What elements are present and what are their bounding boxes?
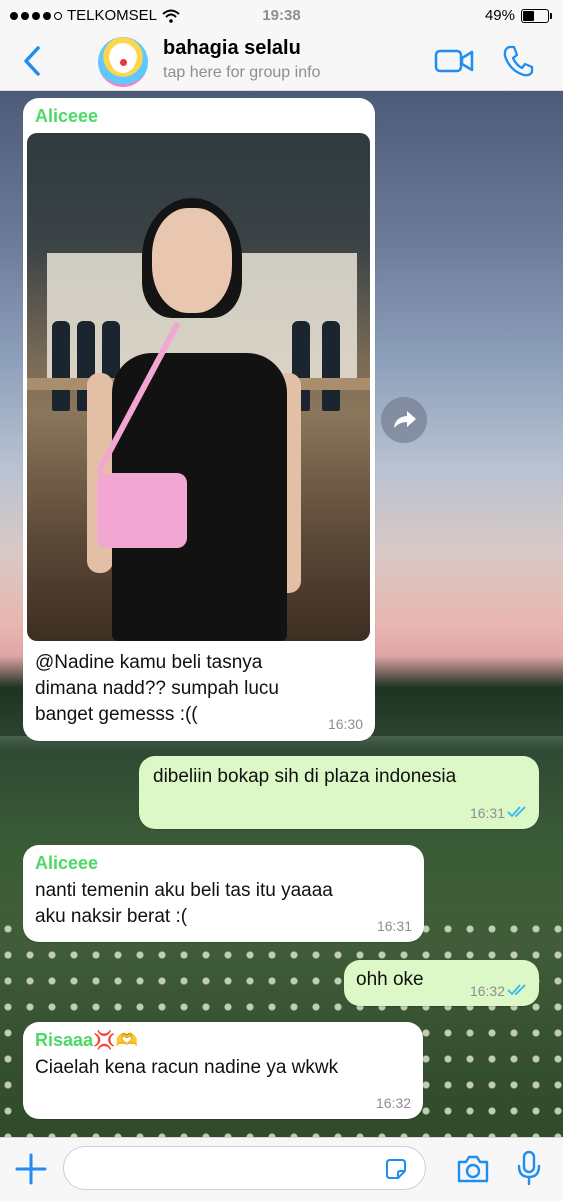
message-text: Ciaelah kena racun nadine ya wkwk [35, 1057, 339, 1078]
message-text: @Nadine kamu beli tasnya dimana nadd?? s… [35, 650, 355, 728]
message-line: @Nadine kamu beli tasnya [35, 652, 263, 673]
message-line: nanti temenin aku beli tas itu yaaaa [35, 880, 333, 901]
forward-arrow-icon [394, 411, 416, 428]
camera-icon[interactable] [456, 1154, 490, 1184]
back-chevron-icon[interactable] [18, 44, 48, 78]
message-text: ohh oke [356, 969, 424, 990]
shared-photo[interactable] [27, 133, 370, 641]
message-time: 16:32 [469, 983, 505, 999]
message-time: 16:31 [376, 918, 412, 934]
read-ticks-icon [507, 806, 526, 818]
chat-header: bahagia selalu tap here for group info [0, 32, 563, 91]
message-line: aku naksir berat :( [35, 906, 188, 927]
message-time: 16:30 [327, 716, 363, 732]
battery-percent: 49% [484, 7, 515, 24]
read-ticks-icon [507, 984, 526, 996]
message-time: 16:31 [469, 805, 505, 821]
status-right: 49% [484, 7, 552, 24]
battery-icon [521, 8, 552, 23]
status-time: 19:38 [262, 7, 301, 24]
message-text: dibeliin bokap sih di plaza indonesia [153, 766, 457, 787]
plus-icon[interactable] [14, 1152, 48, 1186]
message-input[interactable] [63, 1146, 426, 1190]
message-bubble-incoming[interactable]: Aliceee nanti temenin aku beli tas itu y… [23, 845, 424, 942]
group-avatar[interactable] [98, 37, 148, 87]
sticker-icon[interactable] [384, 1157, 408, 1181]
group-info-hint[interactable]: tap here for group info [163, 64, 320, 82]
message-line: banget gemesss :(( [35, 704, 198, 725]
message-line: dimana nadd?? sumpah lucu [35, 678, 280, 699]
message-time: 16:32 [375, 1095, 411, 1111]
input-bar [0, 1137, 563, 1201]
phone-call-icon[interactable] [502, 44, 534, 78]
forward-button[interactable] [381, 397, 427, 443]
message-bubble-outgoing[interactable]: dibeliin bokap sih di plaza indonesia 16… [139, 756, 539, 829]
sender-name: Risaaa💢🫶 [35, 1030, 138, 1050]
microphone-icon[interactable] [515, 1150, 543, 1186]
message-bubble-incoming[interactable]: Risaaa💢🫶 Ciaelah kena racun nadine ya wk… [23, 1022, 423, 1119]
sender-name: Aliceee [35, 106, 99, 126]
status-bar: TELKOMSEL 19:38 49% [0, 0, 563, 32]
video-call-icon[interactable] [434, 47, 474, 75]
message-text: nanti temenin aku beli tas itu yaaaa aku… [35, 878, 395, 930]
message-bubble-outgoing[interactable]: ohh oke 16:32 [344, 960, 539, 1006]
sender-name: Aliceee [35, 853, 99, 873]
group-title[interactable]: bahagia selalu [163, 37, 301, 60]
